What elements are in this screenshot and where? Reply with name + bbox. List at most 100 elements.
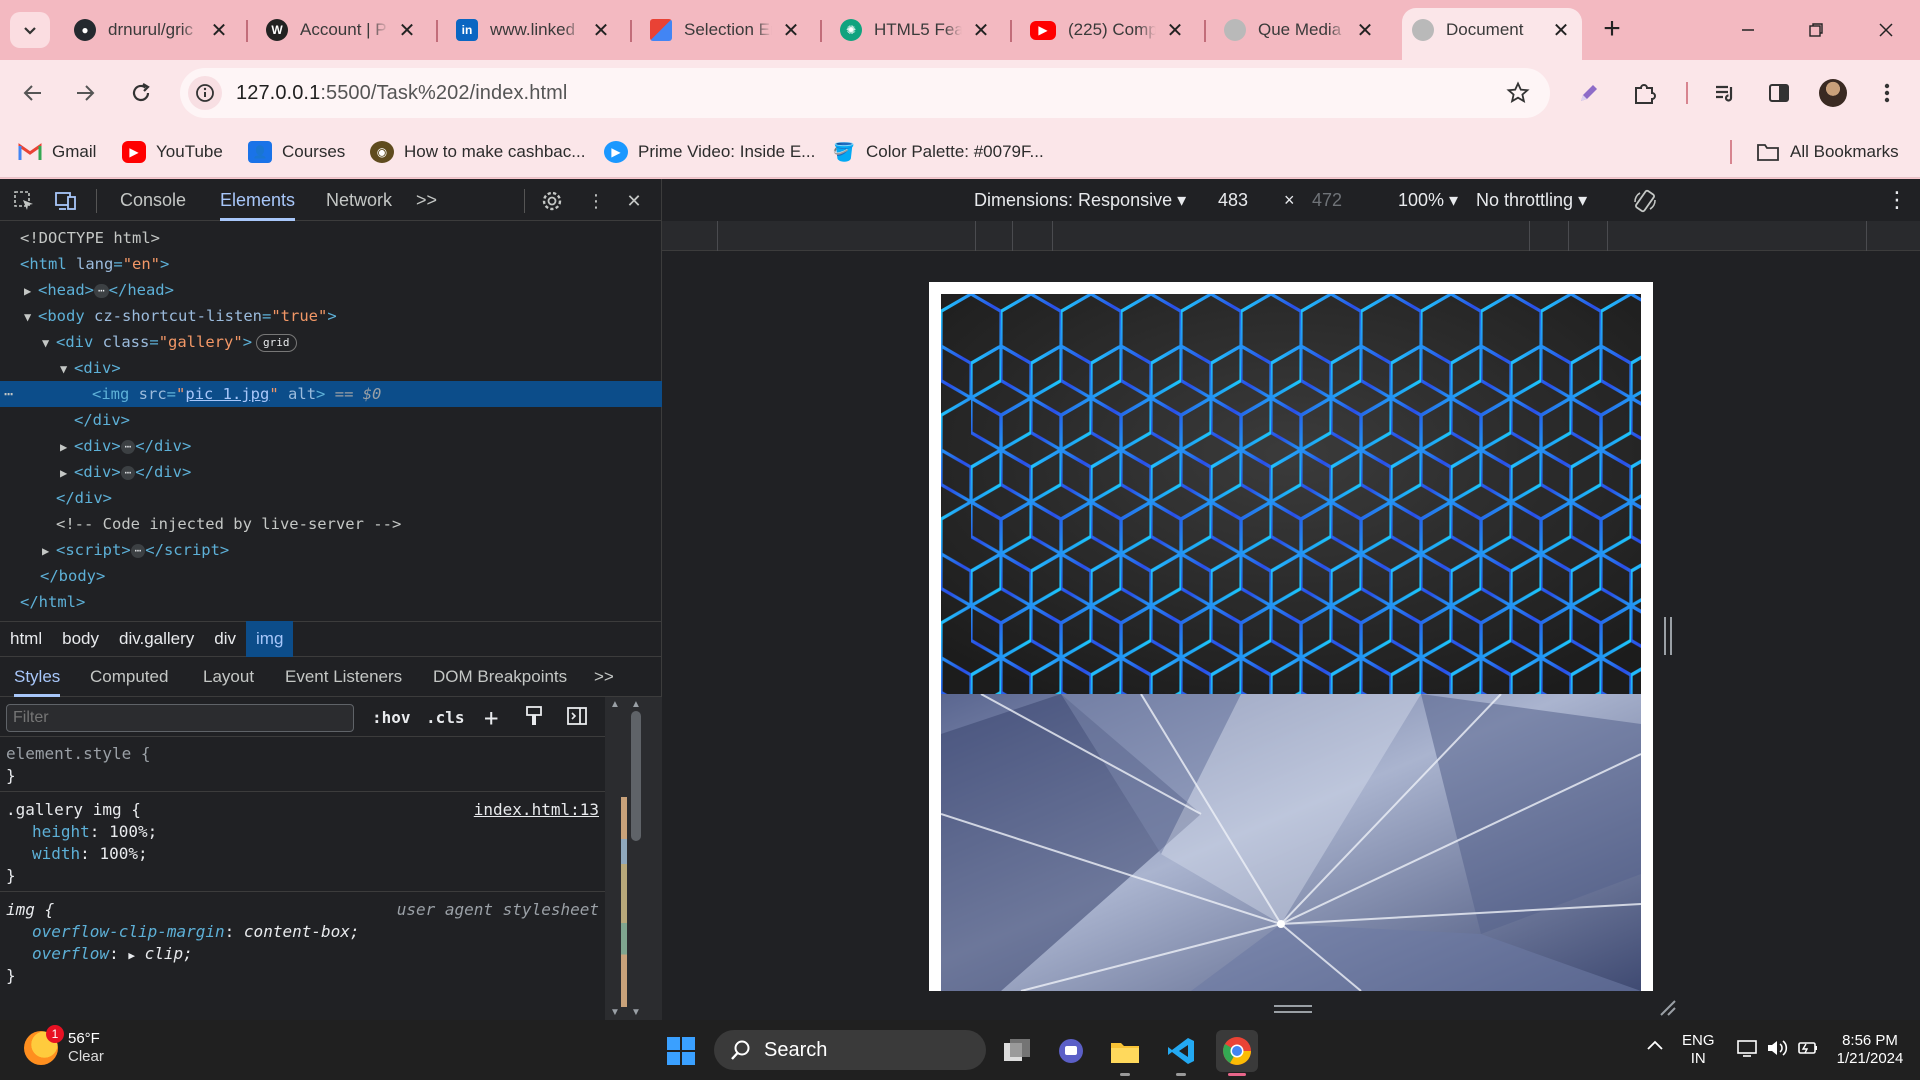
dom-node-script[interactable]: ▶ <script> ⋯ </script> <box>0 537 662 563</box>
dom-node-doctype[interactable]: <!DOCTYPE html> <box>0 225 662 251</box>
dom-node-head[interactable]: ▶ <head> ⋯ </head> <box>0 277 662 303</box>
dom-node-img-selected[interactable]: ⋯ <img src="pic 1.jpg" alt> == $0 <box>0 381 662 407</box>
viewport-resize-handle-right[interactable] <box>1664 617 1672 655</box>
prop-height[interactable]: height: 100%; <box>6 821 157 843</box>
extensions-puzzle-icon[interactable] <box>1626 74 1664 112</box>
viewport-resize-corner-icon[interactable] <box>1657 997 1679 1019</box>
dom-node-gallery[interactable]: ▼ <div class="gallery"> grid <box>0 329 662 355</box>
bookmark-cashback[interactable]: ◉ How to make cashbac... <box>370 136 585 168</box>
tab-event-listeners[interactable]: Event Listeners <box>285 657 402 697</box>
pen-extension-icon[interactable] <box>1570 74 1608 112</box>
close-window-button[interactable] <box>1858 12 1914 48</box>
dom-node-gallery-close[interactable]: </div> <box>0 485 662 511</box>
overview-scrollbar[interactable]: ▲ ▼ <box>621 697 662 1020</box>
more-subtabs-button[interactable]: >> <box>594 657 614 697</box>
vscode-icon[interactable] <box>1160 1030 1202 1076</box>
dom-node-body[interactable]: ▼ <body cz-shortcut-listen="true"> <box>0 303 662 329</box>
class-toggle-button[interactable]: .cls <box>426 705 465 731</box>
rule-source-link[interactable]: index.html:13 <box>474 799 599 821</box>
all-bookmarks-button[interactable]: All Bookmarks <box>1756 136 1899 168</box>
scroll-thumb[interactable] <box>631 711 641 841</box>
dom-node-body-close[interactable]: </body> <box>0 563 662 589</box>
gallery-image-glass[interactable] <box>941 694 1641 991</box>
minimize-button[interactable] <box>1720 12 1776 48</box>
hover-state-button[interactable]: :hov <box>372 705 411 731</box>
dom-node-html-close[interactable]: </html> <box>0 589 662 615</box>
breadcrumb-gallery[interactable]: div.gallery <box>109 621 204 657</box>
bookmark-youtube[interactable]: ▶ YouTube <box>122 136 223 168</box>
dom-node-div[interactable]: ▼ <div> <box>0 355 662 381</box>
new-tab-button[interactable]: + <box>1594 14 1630 46</box>
tab-styles[interactable]: Styles <box>14 657 61 697</box>
weather-widget[interactable]: 1 56°F Clear <box>24 1025 104 1066</box>
network-icon[interactable] <box>1736 1038 1758 1063</box>
tab-computed[interactable]: Computed <box>90 657 168 697</box>
bookmark-courses[interactable]: 👤 Courses <box>248 136 345 168</box>
breadcrumb-div[interactable]: div <box>204 621 246 657</box>
devtools-menu-icon[interactable]: ⋮ <box>582 187 610 215</box>
dom-node-comment[interactable]: <!-- Code injected by live-server --> <box>0 511 662 537</box>
site-info-icon[interactable] <box>188 76 222 110</box>
tab-layout[interactable]: Layout <box>203 657 254 697</box>
zoom-select[interactable]: 100% ▾ <box>1398 179 1458 221</box>
scroll-up-icon[interactable]: ▲ <box>610 699 620 710</box>
grid-badge[interactable]: grid <box>256 333 297 352</box>
gallery-image-hexagons[interactable] <box>941 294 1641 694</box>
dimensions-select[interactable]: Dimensions: Responsive ▾ <box>974 179 1186 221</box>
close-icon[interactable]: ✕ <box>590 19 612 42</box>
address-bar[interactable]: 127.0.0.1:5500/Task%202/index.html <box>180 68 1550 118</box>
tab-que-media[interactable]: Que Media ✕ <box>1214 10 1386 50</box>
device-toolbar-icon[interactable] <box>52 187 80 215</box>
windows-start-icon[interactable] <box>660 1030 702 1072</box>
close-icon[interactable]: ✕ <box>970 19 992 42</box>
menu-kebab-icon[interactable] <box>1868 74 1906 112</box>
tray-overflow-chevron-icon[interactable] <box>1646 1038 1664 1057</box>
breadcrumb-img[interactable]: img <box>246 621 294 657</box>
inspect-element-icon[interactable] <box>10 187 38 215</box>
scroll-down-icon[interactable]: ▼ <box>631 1007 641 1018</box>
height-input[interactable]: 472 <box>1312 179 1342 221</box>
close-icon[interactable]: ✕ <box>780 19 802 42</box>
close-icon[interactable]: ✕ <box>208 19 230 42</box>
prop-overflow[interactable]: overflow: ▶ clip; <box>6 943 193 965</box>
bookmark-color-palette[interactable]: 🪣 Color Palette: #0079F... <box>832 136 1044 168</box>
tab-selection[interactable]: Selection Er ✕ <box>640 10 812 50</box>
viewport-resize-handle-bottom[interactable] <box>1274 1005 1312 1013</box>
scroll-down-icon[interactable]: ▼ <box>610 1007 620 1018</box>
tab-network[interactable]: Network <box>326 179 392 221</box>
device-menu-icon[interactable]: ⋮ <box>1886 179 1908 221</box>
dom-node-div-close[interactable]: </div> <box>0 407 662 433</box>
bookmark-star-icon[interactable] <box>1506 81 1530 110</box>
media-controls-icon[interactable] <box>1706 74 1744 112</box>
rule-gallery-img[interactable]: .gallery img { <box>6 799 141 821</box>
battery-icon[interactable] <box>1796 1038 1820 1063</box>
task-view-icon[interactable] <box>996 1030 1038 1072</box>
reload-button[interactable] <box>120 72 162 114</box>
rule-img-ua[interactable]: img { <box>6 899 54 921</box>
tab-document[interactable]: Document ✕ <box>1402 8 1582 60</box>
dom-node-div-collapsed[interactable]: ▶ <div> ⋯ </div> <box>0 433 662 459</box>
tab-account[interactable]: W Account | P ✕ <box>256 10 428 50</box>
side-panel-icon[interactable] <box>1760 74 1798 112</box>
bookmark-prime-video[interactable]: ▶ Prime Video: Inside E... <box>604 136 815 168</box>
tab-elements[interactable]: Elements <box>220 179 296 221</box>
breadcrumb-html[interactable]: html <box>0 621 52 657</box>
prop-overflow-clip-margin[interactable]: overflow-clip-margin: content-box; <box>6 921 360 943</box>
restore-button[interactable] <box>1788 12 1844 48</box>
bookmark-gmail[interactable]: Gmail <box>18 136 96 168</box>
tab-console[interactable]: Console <box>120 179 186 221</box>
file-explorer-icon[interactable] <box>1104 1030 1146 1076</box>
more-tabs-button[interactable]: >> <box>416 179 437 221</box>
img-src-link[interactable]: pic 1.jpg <box>185 385 269 403</box>
dom-node-div-collapsed[interactable]: ▶ <div> ⋯ </div> <box>0 459 662 485</box>
rule-element-style[interactable]: element.style { <box>6 743 151 765</box>
taskbar-search[interactable]: Search <box>714 1030 986 1070</box>
chrome-icon[interactable] <box>1216 1030 1258 1076</box>
width-input[interactable]: 483 <box>1218 179 1248 221</box>
tab-search-button[interactable] <box>10 12 50 48</box>
forward-button[interactable] <box>64 72 106 114</box>
tab-dom-breakpoints[interactable]: DOM Breakpoints <box>433 657 567 697</box>
media-query-ruler[interactable] <box>662 221 1920 251</box>
close-icon[interactable]: ✕ <box>1164 19 1186 42</box>
rotate-icon[interactable] <box>1632 179 1658 221</box>
